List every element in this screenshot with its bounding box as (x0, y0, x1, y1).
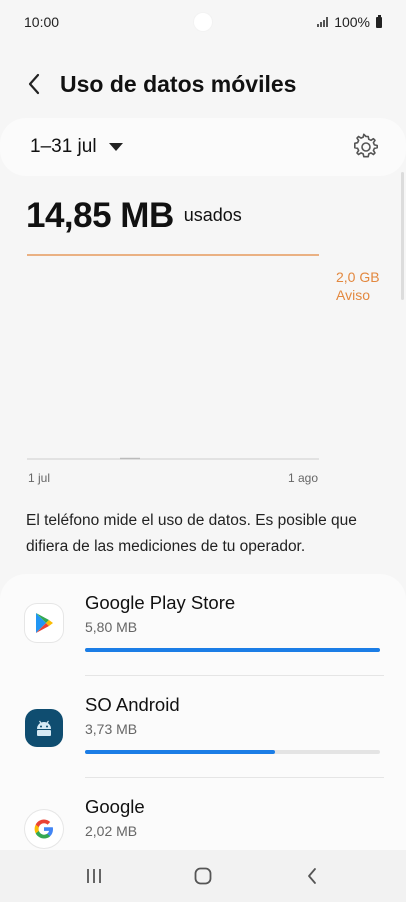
usage-summary: 14,85 MB usados (26, 196, 242, 236)
back-button[interactable] (292, 856, 332, 896)
app-size: 3,73 MB (85, 721, 138, 737)
warning-label: 2,0 GB Aviso (336, 268, 380, 304)
usage-bar-fill (85, 648, 380, 652)
status-icons: 100% (317, 14, 382, 30)
page-title: Uso de datos móviles (60, 70, 297, 97)
x-axis-start: 1 jul (28, 471, 51, 485)
app-header: Uso de datos móviles (0, 62, 406, 106)
android-icon (25, 709, 63, 747)
list-item-play-store[interactable]: Google Play Store 5,80 MB (0, 574, 406, 676)
app-name: Google Play Store (85, 592, 236, 613)
gear-icon[interactable] (352, 133, 380, 161)
list-item-google[interactable]: Google 2,02 MB (0, 778, 406, 850)
app-size: 2,02 MB (85, 823, 138, 839)
home-icon (194, 867, 212, 885)
x-axis-end: 1 ago (288, 471, 319, 485)
period-label: 1–31 jul (30, 136, 97, 157)
period-card: 1–31 jul (0, 118, 406, 176)
recent-apps-icon (87, 869, 102, 883)
warning-text: Aviso (336, 287, 370, 303)
google-icon (25, 810, 63, 848)
nav-back-icon (307, 868, 316, 884)
app-name: SO Android (85, 694, 180, 715)
battery-icon (376, 14, 382, 28)
navigation-bar (0, 850, 406, 902)
info-text: El teléfono mide el uso de datos. Es pos… (26, 512, 357, 555)
list-item-android[interactable]: SO Android 3,73 MB (0, 676, 406, 778)
status-time: 10:00 (24, 14, 60, 30)
period-dropdown[interactable]: 1–31 jul (30, 136, 123, 158)
camera-cutout (193, 12, 213, 32)
usage-bar (85, 750, 380, 754)
app-size: 5,80 MB (85, 619, 138, 635)
usage-bar-fill (85, 750, 275, 754)
play-store-icon (25, 604, 63, 642)
back-icon[interactable] (22, 72, 46, 96)
usage-amount: 14,85 MB (26, 196, 174, 235)
signal-icon (317, 17, 329, 27)
home-button[interactable] (183, 856, 223, 896)
chevron-down-icon (108, 143, 123, 151)
usage-suffix: usados (183, 205, 242, 225)
usage-bar (85, 648, 380, 652)
recent-apps-button[interactable] (74, 856, 114, 896)
app-usage-list: Google Play Store 5,80 MB SO Android 3,7… (0, 574, 406, 850)
app-name: Google (85, 796, 145, 817)
warning-value: 2,0 GB (336, 269, 380, 285)
battery-percent: 100% (334, 14, 370, 30)
